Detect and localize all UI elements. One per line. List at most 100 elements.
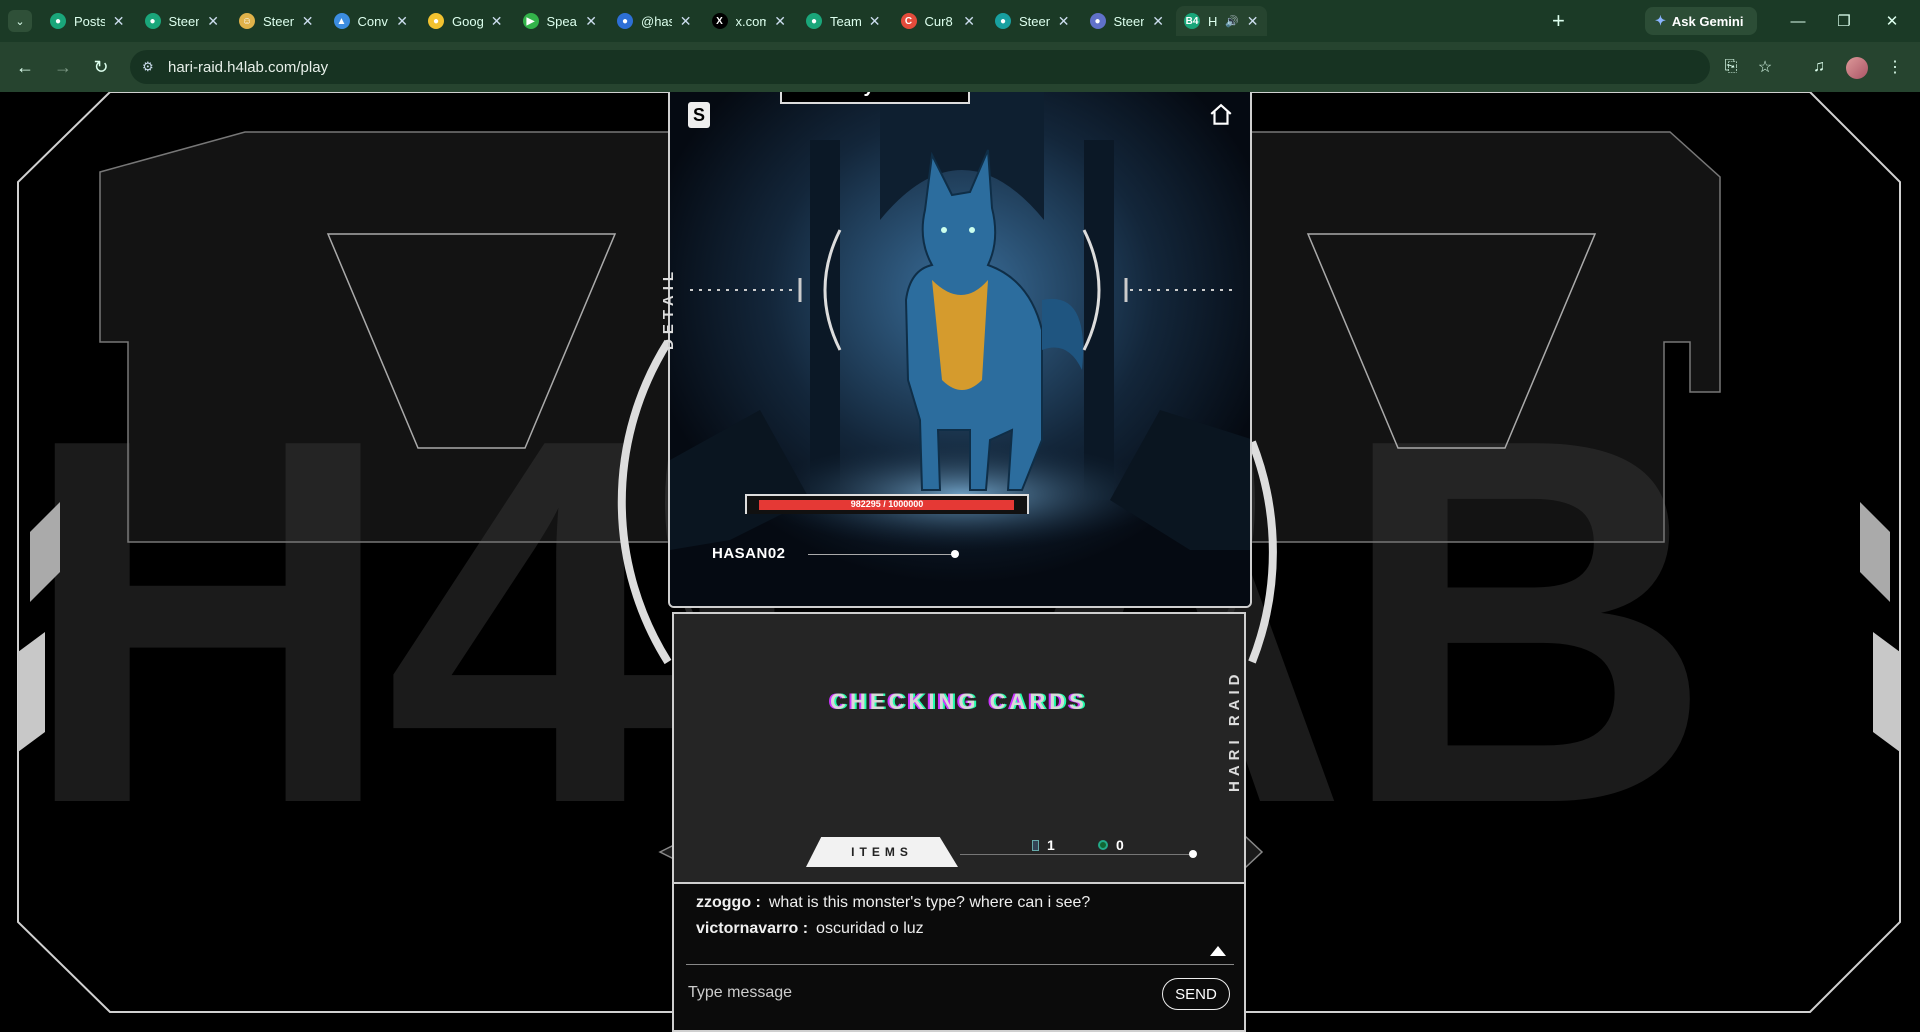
player-name: HASAN02 xyxy=(712,545,786,562)
close-tab-icon[interactable]: ✕ xyxy=(963,13,975,30)
browser-tab[interactable]: ● @hasan ✕ xyxy=(609,6,700,36)
forward-arrow-icon[interactable]: → xyxy=(50,54,76,80)
url-field[interactable]: ⚙ hari-raid.h4lab.com/play xyxy=(130,50,1710,84)
browser-tab[interactable]: ● Google ✕ xyxy=(420,6,511,36)
back-arrow-icon[interactable]: ← xyxy=(12,54,38,80)
monster-hp-text: 982295 / 1000000 xyxy=(850,499,924,509)
browser-tab[interactable]: ● Steem-I ✕ xyxy=(1082,6,1173,36)
minimize-button[interactable]: — xyxy=(1776,8,1820,34)
tab-title: HAI xyxy=(1208,13,1218,29)
monster-card: S xyxy=(668,92,1252,608)
tab-audio-icon[interactable]: 🔊 xyxy=(1225,15,1239,28)
h4lab-icon: B4 xyxy=(1184,13,1200,29)
reload-icon[interactable]: ↻ xyxy=(88,54,114,80)
chat-message-input[interactable] xyxy=(688,978,1148,1008)
coin-icon xyxy=(1098,840,1108,850)
monster-artwork xyxy=(670,92,1250,606)
close-tab-icon[interactable]: ✕ xyxy=(1058,13,1070,30)
browser-tab[interactable]: ● Team G ✕ xyxy=(798,6,889,36)
browser-tab[interactable]: ▲ Convert ✕ xyxy=(326,6,417,36)
chat-text: what is this monster's type? where can i… xyxy=(768,894,1091,911)
close-tab-icon[interactable]: ✕ xyxy=(491,13,503,30)
tab-title: Convert xyxy=(357,13,389,29)
browser-tab[interactable]: B4 HAI 🔊 ✕ xyxy=(1176,6,1267,36)
game-page: H4LAB xyxy=(0,92,1920,1032)
gemini-sparkle-icon: ✦ xyxy=(1655,13,1666,28)
items-divider xyxy=(960,854,1192,855)
emoji-icon: ☺ xyxy=(239,13,255,29)
tab-title: @hasan xyxy=(641,13,672,29)
globe-icon: ● xyxy=(617,13,633,29)
tab-title: Steem I xyxy=(263,13,294,29)
drive-icon: ▲ xyxy=(333,13,350,29)
detail-side-label[interactable]: DETAIL xyxy=(660,267,677,350)
tab-title: Steem-I xyxy=(1113,13,1145,29)
close-window-button[interactable]: ✕ xyxy=(1870,8,1914,34)
close-tab-icon[interactable]: ✕ xyxy=(207,13,219,30)
close-tab-icon[interactable]: ✕ xyxy=(680,13,692,30)
bookmark-star-icon[interactable]: ☆ xyxy=(1752,54,1778,80)
tab-title: Speak c xyxy=(546,13,578,29)
steemit-icon: ● xyxy=(806,13,822,29)
chat-expand-arrow-icon[interactable] xyxy=(1210,946,1226,956)
gemini-label: Ask Gemini xyxy=(1671,13,1744,29)
profile-avatar[interactable] xyxy=(1846,57,1868,79)
hari-raid-side-label: HARI RAID xyxy=(1226,669,1243,793)
coin-count-value: 0 xyxy=(1116,837,1124,853)
card-count-value: 1 xyxy=(1047,837,1055,853)
close-tab-icon[interactable]: ✕ xyxy=(1247,13,1259,30)
player-indicator-dot xyxy=(951,550,959,558)
browser-tab-strip: ⌄ ●Posts by✕●Steemit✕☺Steem I✕▲Convert✕●… xyxy=(0,0,1920,42)
browser-tab[interactable]: ● Posts by ✕ xyxy=(42,6,133,36)
chat-username: zzoggo : xyxy=(696,894,761,911)
card-icon xyxy=(1032,839,1039,851)
restore-button[interactable]: ❐ xyxy=(1822,8,1866,34)
media-controls-icon[interactable]: ♫ xyxy=(1806,54,1832,80)
kebab-menu-icon[interactable]: ⋮ xyxy=(1882,54,1908,80)
play-icon: ▶ xyxy=(522,13,539,29)
browser-tab[interactable]: ☺ Steem I ✕ xyxy=(231,6,322,36)
close-tab-icon[interactable]: ✕ xyxy=(302,13,314,30)
status-message: CHECKING CARDS xyxy=(830,689,1088,714)
close-tab-icon[interactable]: ✕ xyxy=(869,13,881,30)
browser-tab[interactable]: ▶ Speak c ✕ xyxy=(515,6,606,36)
address-bar-row: ← → ↻ ⚙ hari-raid.h4lab.com/play ⎘ ☆ ♫ ⋮ xyxy=(0,42,1920,92)
home-icon[interactable] xyxy=(1208,102,1234,128)
chat-message: zzoggo : what is this monster's type? wh… xyxy=(696,894,1090,912)
new-tab-button[interactable]: + xyxy=(1552,9,1565,33)
tab-title: Google xyxy=(452,13,483,29)
close-tab-icon[interactable]: ✕ xyxy=(396,13,408,30)
send-button[interactable]: SEND xyxy=(1162,978,1230,1010)
coin-count[interactable]: 0 xyxy=(1098,837,1124,853)
items-indicator-dot xyxy=(1189,850,1197,858)
player-panel xyxy=(672,612,1246,916)
chat-message: victornavarro : oscuridad o luz xyxy=(696,920,924,938)
close-tab-icon[interactable]: ✕ xyxy=(113,13,125,30)
player-divider xyxy=(808,554,956,555)
close-tab-icon[interactable]: ✕ xyxy=(774,13,786,30)
x-icon: X xyxy=(711,13,728,29)
steem-logo-icon[interactable]: S xyxy=(688,102,710,128)
url-text: hari-raid.h4lab.com/play xyxy=(168,58,329,76)
tab-search-button[interactable]: ⌄ xyxy=(8,10,32,32)
chat-divider xyxy=(686,964,1234,965)
steemit-icon: ● xyxy=(144,13,161,29)
card-count[interactable]: 1 xyxy=(1032,837,1055,853)
close-tab-icon[interactable]: ✕ xyxy=(1152,13,1164,30)
close-tab-icon[interactable]: ✕ xyxy=(585,13,597,30)
tab-title: x.com/i xyxy=(735,13,767,29)
monster-hp-bar: 982295 / 1000000 xyxy=(745,494,1029,514)
browser-tab[interactable]: Xx.com/i ✕ xyxy=(704,6,795,36)
browser-tab[interactable]: ● Steemit ✕ xyxy=(137,6,228,36)
items-tab[interactable]: ITEMS xyxy=(806,837,958,867)
ask-gemini-button[interactable]: ✦ Ask Gemini xyxy=(1645,7,1757,35)
browser-tab[interactable]: C Cur8 G ✕ xyxy=(893,6,984,36)
steem-icon: ● xyxy=(1089,13,1106,29)
tab-title: Team G xyxy=(830,13,861,29)
site-info-icon[interactable]: ⚙ xyxy=(142,59,154,75)
browser-tab[interactable]: ● Steem I ✕ xyxy=(987,6,1078,36)
bulb-icon: ● xyxy=(428,13,444,29)
chrome-icon: C xyxy=(900,13,917,29)
chat-text: oscuridad o luz xyxy=(816,920,924,937)
install-app-icon[interactable]: ⎘ xyxy=(1718,54,1744,80)
